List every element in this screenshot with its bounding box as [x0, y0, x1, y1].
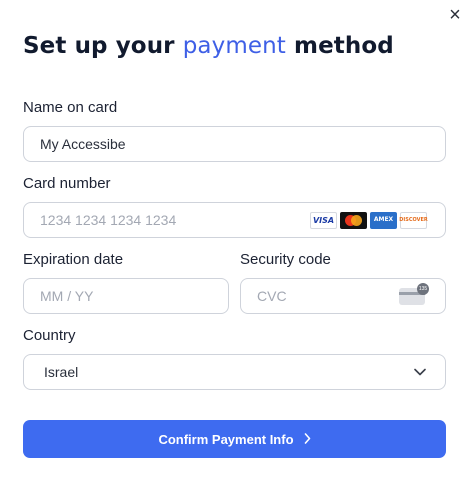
security-code-input[interactable]: [257, 288, 399, 304]
confirm-payment-label: Confirm Payment Info: [158, 431, 294, 447]
country-select[interactable]: Israel: [23, 354, 446, 390]
name-on-card-field[interactable]: [23, 126, 446, 162]
card-number-input[interactable]: [40, 212, 304, 228]
card-number-field[interactable]: VISA AMEX DISCOVER: [23, 202, 446, 238]
chevron-down-icon: [413, 365, 427, 379]
expiration-date-input[interactable]: [40, 288, 212, 304]
close-icon[interactable]: ×: [444, 4, 466, 26]
confirm-payment-button[interactable]: Confirm Payment Info: [23, 420, 446, 458]
title-text-start: Set up your: [23, 33, 183, 59]
country-label: Country: [23, 327, 76, 344]
expiration-date-label: Expiration date: [23, 251, 124, 268]
name-on-card-input[interactable]: [40, 136, 429, 152]
chevron-right-icon: [304, 432, 311, 447]
card-brands: VISA AMEX DISCOVER: [310, 211, 428, 229]
security-code-field[interactable]: 135: [240, 278, 446, 314]
title-text-end: method: [285, 33, 394, 59]
name-on-card-label: Name on card: [23, 99, 118, 116]
discover-icon: DISCOVER: [399, 211, 428, 229]
visa-icon: VISA: [310, 211, 337, 229]
country-value: Israel: [44, 364, 79, 380]
title-accent-text: payment: [182, 33, 286, 59]
card-number-label: Card number: [23, 175, 111, 192]
cvc-badge: 135: [417, 282, 429, 295]
cvc-card-icon: 135: [399, 282, 429, 305]
amex-icon: AMEX: [370, 211, 397, 229]
security-code-label: Security code: [240, 251, 331, 268]
expiration-date-field[interactable]: [23, 278, 229, 314]
mastercard-icon: [340, 211, 367, 229]
dialog-title: Set up your payment method: [23, 33, 394, 59]
